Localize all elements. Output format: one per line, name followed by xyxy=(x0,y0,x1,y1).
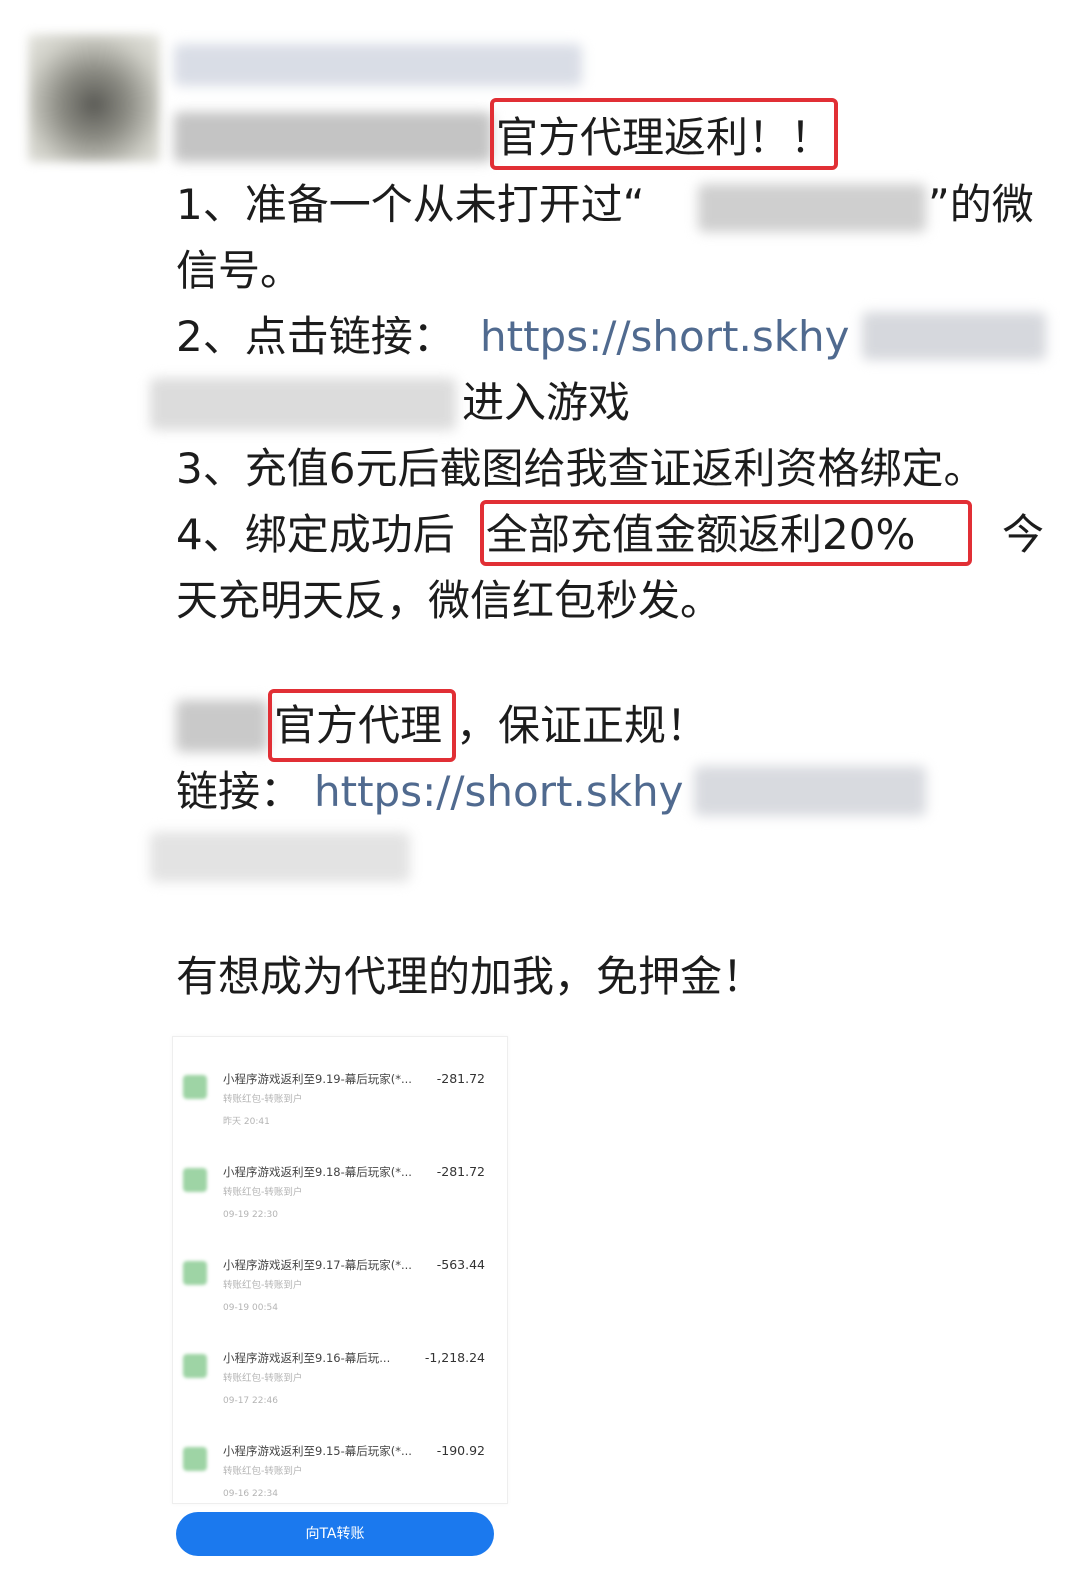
transaction-amount: -1,218.24 xyxy=(424,1350,485,1365)
transfer-button[interactable]: 向TA转账 xyxy=(176,1512,494,1556)
post-line-9-suffix: ，保证正规！ xyxy=(456,701,709,750)
avatar[interactable] xyxy=(28,34,160,162)
post-line-5: 进入游戏 xyxy=(462,378,631,427)
post-line-3: 信号。 xyxy=(176,246,303,295)
post-line-10-prefix: 链接： xyxy=(176,767,303,816)
transaction-time: 09-16 22:34 xyxy=(223,1489,278,1499)
blurred-link xyxy=(150,832,410,882)
transaction-screenshot[interactable]: 小程序游戏返利至9.19-幕后玩家(*... -281.72 转账红包-转账到户… xyxy=(172,1036,508,1504)
transaction-time: 昨天 20:41 xyxy=(223,1117,270,1127)
transaction-row: 小程序游戏返利至9.17-幕后玩家(*... -563.44 转账红包-转账到户… xyxy=(173,1235,507,1327)
post-line-4-prefix: 2、点击链接： xyxy=(176,312,455,361)
post-line-11: 有想成为代理的加我，免押金！ xyxy=(176,952,765,1001)
wechat-pay-icon xyxy=(183,1354,207,1378)
transaction-time: 09-19 22:30 xyxy=(223,1210,278,1220)
transaction-row: 小程序游戏返利至9.19-幕后玩家(*... -281.72 转账红包-转账到户… xyxy=(173,1049,507,1141)
transaction-time: 09-19 00:54 xyxy=(223,1303,278,1313)
blurred-text xyxy=(176,700,268,752)
blurred-username xyxy=(174,44,582,86)
post-line-7-prefix: 4、绑定成功后 xyxy=(176,510,455,559)
transaction-type: 转账红包-转账到户 xyxy=(223,1187,303,1198)
transaction-amount: -281.72 xyxy=(436,1164,485,1179)
post-line-7-suffix: 今 xyxy=(1002,510,1045,559)
link-1[interactable]: https://short.skhy xyxy=(480,305,850,369)
transaction-row: 小程序游戏返利至9.16-幕后玩... -1,218.24 转账红包-转账到户 … xyxy=(173,1328,507,1420)
transaction-row: 小程序游戏返利至9.18-幕后玩家(*... -281.72 转账红包-转账到户… xyxy=(173,1142,507,1234)
highlight-box xyxy=(490,98,838,170)
transaction-title: 小程序游戏返利至9.16-幕后玩... xyxy=(223,1351,391,1365)
link-2[interactable]: https://short.skhy xyxy=(314,760,684,824)
blurred-link xyxy=(862,312,1046,360)
transaction-type: 转账红包-转账到户 xyxy=(223,1466,303,1477)
blurred-link xyxy=(150,378,456,430)
post-line-6: 3、充值6元后截图给我查证返利资格绑定。 xyxy=(176,444,986,493)
transaction-type: 转账红包-转账到户 xyxy=(223,1094,303,1105)
transaction-type: 转账红包-转账到户 xyxy=(223,1373,303,1384)
highlight-box xyxy=(268,689,456,762)
wechat-pay-icon xyxy=(183,1261,207,1285)
transaction-amount: -563.44 xyxy=(436,1257,485,1272)
blurred-text xyxy=(174,112,492,162)
transaction-title: 小程序游戏返利至9.18-幕后玩家(*... xyxy=(223,1165,412,1179)
blurred-text xyxy=(698,184,926,232)
wechat-pay-icon xyxy=(183,1075,207,1099)
transaction-amount: -281.72 xyxy=(436,1071,485,1086)
highlight-box xyxy=(480,500,972,566)
post-line-2b: ”的微 xyxy=(928,180,1034,229)
transaction-type: 转账红包-转账到户 xyxy=(223,1280,303,1291)
transaction-title: 小程序游戏返利至9.17-幕后玩家(*... xyxy=(223,1258,412,1272)
wechat-pay-icon xyxy=(183,1447,207,1471)
transaction-time: 09-17 22:46 xyxy=(223,1396,278,1406)
post-line-2a: 1、准备一个从未打开过“ xyxy=(176,180,645,229)
transaction-amount: -190.92 xyxy=(436,1443,485,1458)
transaction-row: 小程序游戏返利至9.15-幕后玩家(*... -190.92 转账红包-转账到户… xyxy=(173,1421,507,1513)
post-line-8: 天充明天反，微信红包秒发。 xyxy=(176,576,723,625)
transaction-title: 小程序游戏返利至9.15-幕后玩家(*... xyxy=(223,1444,412,1458)
wechat-pay-icon xyxy=(183,1168,207,1192)
transaction-title: 小程序游戏返利至9.19-幕后玩家(*... xyxy=(223,1072,412,1086)
blurred-link xyxy=(694,766,926,816)
